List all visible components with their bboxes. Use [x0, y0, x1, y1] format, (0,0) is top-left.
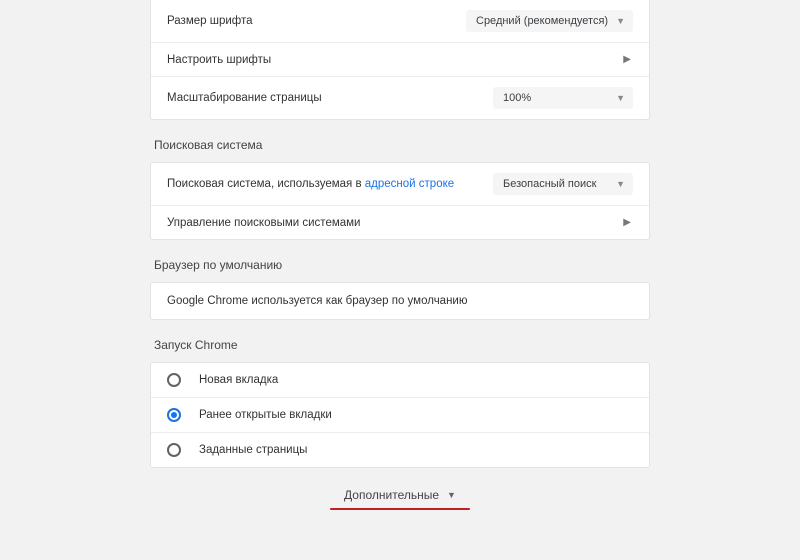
- advanced-button[interactable]: Дополнительные ▼: [344, 488, 456, 502]
- page-zoom-value: 100%: [503, 92, 531, 104]
- font-size-select[interactable]: Средний (рекомендуется) ▼: [466, 10, 633, 32]
- chevron-right-icon: ▶: [623, 54, 633, 65]
- startup-option-label: Новая вкладка: [199, 374, 278, 386]
- startup-option-new-tab[interactable]: Новая вкладка: [151, 363, 649, 397]
- radio-icon[interactable]: [167, 373, 181, 387]
- startup-option-specific[interactable]: Заданные страницы: [151, 432, 649, 467]
- manage-search-engines-row[interactable]: Управление поисковыми системами ▶: [151, 205, 649, 239]
- search-engine-row[interactable]: Поисковая система, используемая в адресн…: [151, 163, 649, 205]
- caret-down-icon: ▼: [616, 16, 625, 26]
- default-browser-card: Google Chrome используется как браузер п…: [150, 282, 650, 320]
- search-engine-value: Безопасный поиск: [503, 178, 596, 190]
- appearance-card: Размер шрифта Средний (рекомендуется) ▼ …: [150, 0, 650, 120]
- radio-icon[interactable]: [167, 408, 181, 422]
- caret-down-icon: ▼: [447, 490, 456, 500]
- search-engine-card: Поисковая система, используемая в адресн…: [150, 162, 650, 240]
- search-engine-select[interactable]: Безопасный поиск ▼: [493, 173, 633, 195]
- customize-fonts-label: Настроить шрифты: [167, 54, 271, 66]
- advanced-section: Дополнительные ▼: [150, 488, 650, 510]
- default-browser-info: Google Chrome используется как браузер п…: [151, 283, 649, 319]
- advanced-label: Дополнительные: [344, 488, 439, 502]
- startup-option-label: Заданные страницы: [199, 444, 307, 456]
- default-browser-title: Браузер по умолчанию: [154, 258, 650, 272]
- font-size-value: Средний (рекомендуется): [476, 15, 608, 27]
- page-zoom-label: Масштабирование страницы: [167, 92, 322, 104]
- caret-down-icon: ▼: [616, 179, 625, 189]
- on-startup-title: Запуск Chrome: [154, 338, 650, 352]
- page-zoom-select[interactable]: 100% ▼: [493, 87, 633, 109]
- on-startup-card: Новая вкладка Ранее открытые вкладки Зад…: [150, 362, 650, 468]
- chevron-right-icon: ▶: [623, 217, 633, 228]
- font-size-row[interactable]: Размер шрифта Средний (рекомендуется) ▼: [151, 0, 649, 42]
- radio-icon[interactable]: [167, 443, 181, 457]
- address-bar-link[interactable]: адресной строке: [365, 178, 454, 190]
- search-engine-label: Поисковая система, используемая в адресн…: [167, 178, 454, 190]
- startup-option-continue[interactable]: Ранее открытые вкладки: [151, 397, 649, 432]
- startup-option-label: Ранее открытые вкладки: [199, 409, 332, 421]
- customize-fonts-row[interactable]: Настроить шрифты ▶: [151, 42, 649, 76]
- manage-search-engines-label: Управление поисковыми системами: [167, 217, 360, 229]
- search-engine-title: Поисковая система: [154, 138, 650, 152]
- caret-down-icon: ▼: [616, 93, 625, 103]
- font-size-label: Размер шрифта: [167, 15, 253, 27]
- page-zoom-row[interactable]: Масштабирование страницы 100% ▼: [151, 76, 649, 119]
- highlight-underline: [330, 508, 470, 510]
